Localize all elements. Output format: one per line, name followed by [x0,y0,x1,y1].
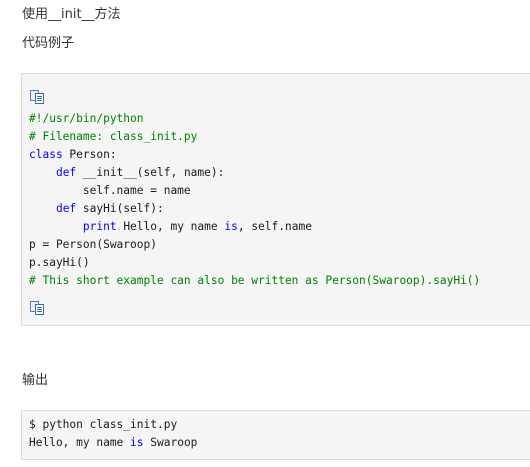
code-line: # This short example can also be written… [29,272,480,290]
output-block: $ python class_init.py Hello, my name is … [21,410,530,460]
code-comment: # This short example can also be written… [29,274,481,287]
copy-code-icon[interactable] [29,300,45,316]
code-text: Hello, my name [29,436,131,449]
code-comment: # Filename: class_init.py [29,130,198,143]
code-keyword: class [29,148,63,161]
code-line: # Filename: class_init.py [29,128,480,146]
code-line: class Person: [29,146,480,164]
code-listing: #!/usr/bin/python # Filename: class_init.… [29,110,480,290]
example-label: 代码例子 [22,36,75,51]
code-line: #!/usr/bin/python [29,110,480,128]
code-text: p = Person(Swaroop) [29,238,157,251]
code-text: $ python class_init.py [29,418,178,431]
code-line: p = Person(Swaroop) [29,236,480,254]
code-text: self.name = name [29,184,191,197]
code-text: p.sayHi() [29,256,90,269]
code-text: Hello, my name [116,220,225,233]
code-line: def __init__(self, name): [29,164,480,182]
code-text: , self.name [237,220,312,233]
code-line: self.name = name [29,182,480,200]
code-text: Swaroop [143,436,198,449]
code-line: print Hello, my name is, self.name [29,218,480,236]
code-keyword: is [224,220,238,233]
code-keyword: is [130,436,144,449]
code-text: __init__(self, name): [76,166,225,179]
page-title: 使用__init__方法 [22,7,121,22]
output-label: 输出 [22,373,49,388]
code-keyword: def [55,202,77,215]
code-line: def sayHi(self): [29,200,480,218]
code-keyword: print [82,220,117,233]
code-text: sayHi(self): [76,202,164,215]
code-line: p.sayHi() [29,254,480,272]
code-keyword: def [55,166,77,179]
code-text: Person: [62,148,117,161]
code-comment: #!/usr/bin/python [29,112,144,125]
code-line: $ python class_init.py [29,416,197,434]
code-line: Hello, my name is Swaroop [29,434,197,452]
copy-code-icon[interactable] [29,89,45,105]
output-listing: $ python class_init.py Hello, my name is … [29,416,197,452]
code-example-block: #!/usr/bin/python # Filename: class_init.… [21,73,530,326]
